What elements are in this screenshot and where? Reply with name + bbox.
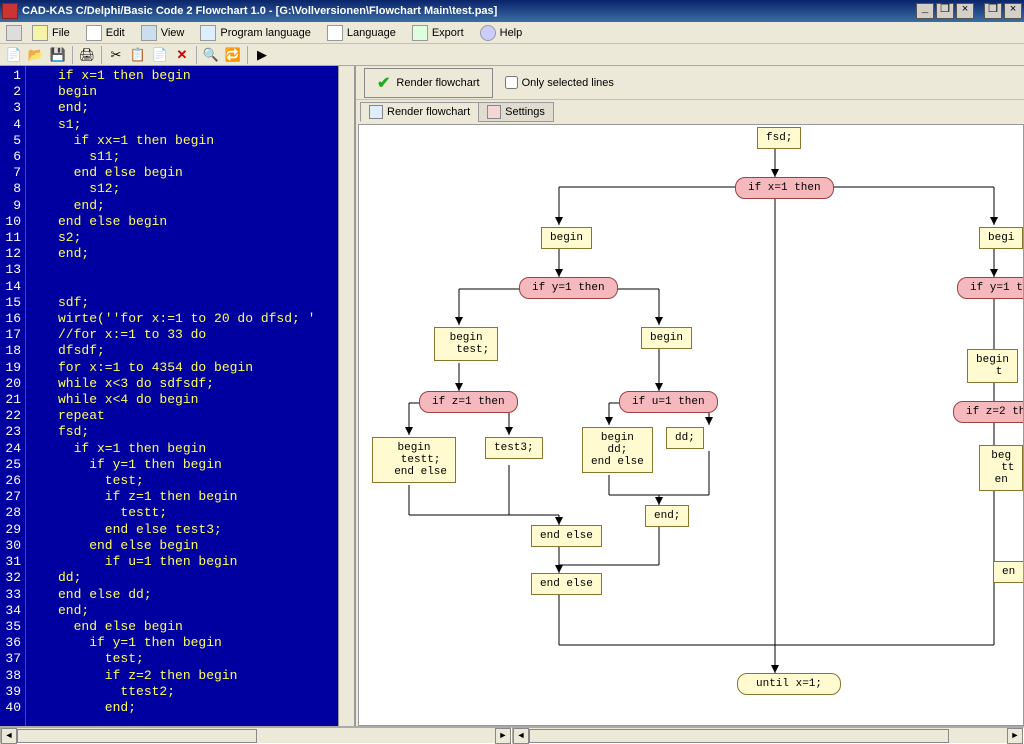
fc-end1: end; bbox=[645, 505, 689, 527]
fc-if-u1: if u=1 then bbox=[619, 391, 718, 413]
copy-button[interactable]: 📋 bbox=[128, 45, 148, 65]
open-button[interactable]: 📂 bbox=[26, 45, 46, 65]
fc-if-z2: if z=2 th bbox=[953, 401, 1024, 423]
canvas-hscrollbar[interactable]: ◄ ► bbox=[512, 727, 1024, 744]
proglang-icon bbox=[200, 25, 216, 41]
close-button[interactable]: × bbox=[956, 3, 974, 19]
main-area: 1 2 3 4 5 6 7 8 9 10 11 12 13 14 15 16 1… bbox=[0, 66, 1024, 726]
tab-settings[interactable]: Settings bbox=[478, 102, 554, 122]
print-button[interactable]: 🖨 bbox=[77, 45, 97, 65]
fc-until: until x=1; bbox=[737, 673, 841, 695]
menubar: File Edit View Program language Language… bbox=[0, 22, 1024, 44]
fc-testt: begin testt; end else bbox=[372, 437, 456, 483]
fc-endelse2: end else bbox=[531, 573, 602, 595]
fc-fsd: fsd; bbox=[757, 127, 801, 149]
save-button[interactable]: 💾 bbox=[48, 45, 68, 65]
find-button[interactable]: 🔍 bbox=[201, 45, 221, 65]
fc-begin-mid: begin bbox=[641, 327, 692, 349]
render-flowchart-button[interactable]: ✔ Render flowchart bbox=[364, 68, 493, 98]
titlebar: CAD-KAS C/Delphi/Basic Code 2 Flowchart … bbox=[0, 0, 1024, 22]
right-pane: ✔ Render flowchart Only selected lines R… bbox=[356, 66, 1024, 726]
restore-button[interactable]: ❐ bbox=[936, 3, 954, 19]
bottom-scrollbar-row: ◄ ► ◄ ► bbox=[0, 726, 1024, 744]
menu-help[interactable]: Help bbox=[474, 23, 529, 43]
render-tab-icon bbox=[369, 105, 383, 119]
menu-export[interactable]: Export bbox=[406, 23, 470, 43]
check-icon: ✔ bbox=[377, 73, 390, 93]
paste-button[interactable]: 📄 bbox=[150, 45, 170, 65]
export-icon bbox=[412, 25, 428, 41]
app-icon bbox=[2, 3, 18, 19]
fc-endelse1: end else bbox=[531, 525, 602, 547]
toolbar: 📄 📂 💾 🖨 ✂ 📋 📄 ✕ 🔍 🔁 ▶ bbox=[0, 44, 1024, 66]
canvas-scroll-right-icon[interactable]: ► bbox=[1007, 728, 1023, 744]
fc-if-z1: if z=1 then bbox=[419, 391, 518, 413]
menu-program-language[interactable]: Program language bbox=[194, 23, 317, 43]
help-icon bbox=[480, 25, 496, 41]
fc-begin-left: begin bbox=[541, 227, 592, 249]
cut-button[interactable]: ✂ bbox=[106, 45, 126, 65]
minimize-button[interactable]: _ bbox=[916, 3, 934, 19]
right-toolbar: ✔ Render flowchart Only selected lines bbox=[356, 66, 1024, 100]
edit-icon bbox=[86, 25, 102, 41]
canvas-scroll-left-icon[interactable]: ◄ bbox=[513, 728, 529, 744]
tab-render-flowchart[interactable]: Render flowchart bbox=[360, 102, 479, 122]
window-title: CAD-KAS C/Delphi/Basic Code 2 Flowchart … bbox=[22, 5, 916, 17]
code-vscrollbar[interactable] bbox=[338, 66, 354, 726]
fc-if-x1: if x=1 then bbox=[735, 177, 834, 199]
fc-if-y1: if y=1 then bbox=[519, 277, 618, 299]
fc-test3: test3; bbox=[485, 437, 543, 459]
menu-edit[interactable]: Edit bbox=[80, 23, 131, 43]
right-tabs: Render flowchart Settings bbox=[356, 100, 1024, 122]
only-selected-checkbox[interactable]: Only selected lines bbox=[505, 76, 614, 89]
only-selected-input[interactable] bbox=[505, 76, 518, 89]
fc-begin-right-edge: begi bbox=[979, 227, 1023, 249]
lang-icon bbox=[327, 25, 343, 41]
replace-button[interactable]: 🔁 bbox=[223, 45, 243, 65]
doc-close-button[interactable]: × bbox=[1004, 3, 1022, 19]
menu-view[interactable]: View bbox=[135, 23, 191, 43]
view-icon bbox=[141, 25, 157, 41]
line-gutter: 1 2 3 4 5 6 7 8 9 10 11 12 13 14 15 16 1… bbox=[0, 66, 26, 726]
scroll-right-icon[interactable]: ► bbox=[495, 728, 511, 744]
fc-begdd: begin dd; end else bbox=[582, 427, 653, 473]
fc-dd: dd; bbox=[666, 427, 704, 449]
menu-file[interactable]: File bbox=[26, 23, 76, 43]
app-small-icon bbox=[6, 25, 22, 41]
flowchart-canvas[interactable]: fsd; if x=1 then begin begi if y=1 then … bbox=[358, 124, 1024, 726]
code-hscroll-thumb[interactable] bbox=[17, 729, 257, 743]
menu-language[interactable]: Language bbox=[321, 23, 402, 43]
delete-button[interactable]: ✕ bbox=[172, 45, 192, 65]
doc-restore-button[interactable]: ❐ bbox=[984, 3, 1002, 19]
file-icon bbox=[32, 25, 48, 41]
fc-beg-right: beg tt en bbox=[979, 445, 1023, 491]
fc-if-y1-right: if y=1 th bbox=[957, 277, 1024, 299]
scroll-left-icon[interactable]: ◄ bbox=[1, 728, 17, 744]
run-button[interactable]: ▶ bbox=[252, 45, 272, 65]
code-hscrollbar[interactable]: ◄ ► bbox=[0, 727, 512, 744]
code-text[interactable]: if x=1 then begin begin end; s1; if xx=1… bbox=[26, 66, 338, 726]
settings-tab-icon bbox=[487, 105, 501, 119]
new-button[interactable]: 📄 bbox=[4, 45, 24, 65]
fc-en-right: en bbox=[993, 561, 1024, 583]
flowchart-lines bbox=[359, 125, 1023, 725]
canvas-hscroll-thumb[interactable] bbox=[529, 729, 949, 743]
fc-begin-test: begin test; bbox=[434, 327, 498, 361]
fc-begin-right: begin t bbox=[967, 349, 1018, 383]
code-editor[interactable]: 1 2 3 4 5 6 7 8 9 10 11 12 13 14 15 16 1… bbox=[0, 66, 356, 726]
